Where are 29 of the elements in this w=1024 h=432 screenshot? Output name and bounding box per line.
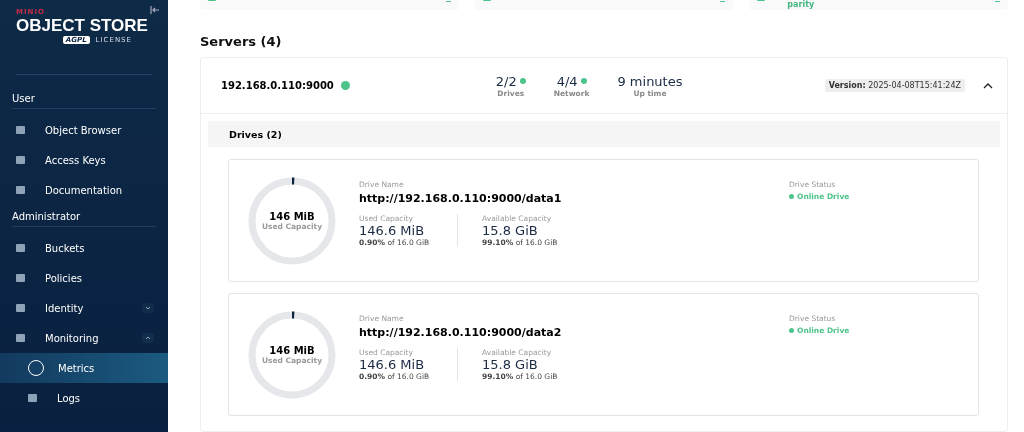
capacity-value: 146.6 MiB xyxy=(359,357,426,372)
product-title: OBJECT STORE xyxy=(16,16,148,36)
drive-name: http://192.168.0.110:9000/data2 xyxy=(359,326,563,339)
drive-name: http://192.168.0.110:9000/data1 xyxy=(359,192,563,205)
section-title: Administrator xyxy=(11,211,82,222)
sidebar-item[interactable]: Access Keys xyxy=(0,145,168,175)
sidebar-item[interactable]: Monitoring xyxy=(0,323,168,353)
sidebar-item[interactable]: Policies xyxy=(0,263,168,293)
collapse-icon[interactable] xyxy=(150,5,160,15)
stat-value: 9 minutes xyxy=(617,73,683,89)
capacity-value: 15.8 GiB xyxy=(482,357,539,372)
capacity-value: 15.8 GiB xyxy=(482,223,539,238)
stat-value: 2/2 xyxy=(495,73,517,89)
sidebar-item[interactable]: Documentation xyxy=(0,175,168,205)
sidebar-item[interactable]: Object Browser xyxy=(0,115,168,145)
server-address: 192.168.0.110:9000 xyxy=(221,80,334,91)
config-label: parity xyxy=(787,0,815,9)
ring-value: 146 MiB xyxy=(269,344,315,356)
sidebar-item[interactable]: Logs xyxy=(0,383,168,413)
section-heading: Servers (4) xyxy=(200,34,283,49)
drives-heading: Drives (2) xyxy=(229,128,282,140)
sidebar-item[interactable]: Identity xyxy=(0,293,168,323)
sidebar-item[interactable]: Buckets xyxy=(0,233,168,263)
section-title: User xyxy=(11,93,36,104)
capacity-value: 146.6 MiB xyxy=(359,223,426,238)
sidebar-item[interactable]: Metrics xyxy=(0,353,168,383)
ring-value: 146 MiB xyxy=(269,210,315,222)
stat-value: 4/4 xyxy=(556,73,578,89)
version-tag: Version: 2025-04-08T15:41:24Z xyxy=(824,79,965,92)
